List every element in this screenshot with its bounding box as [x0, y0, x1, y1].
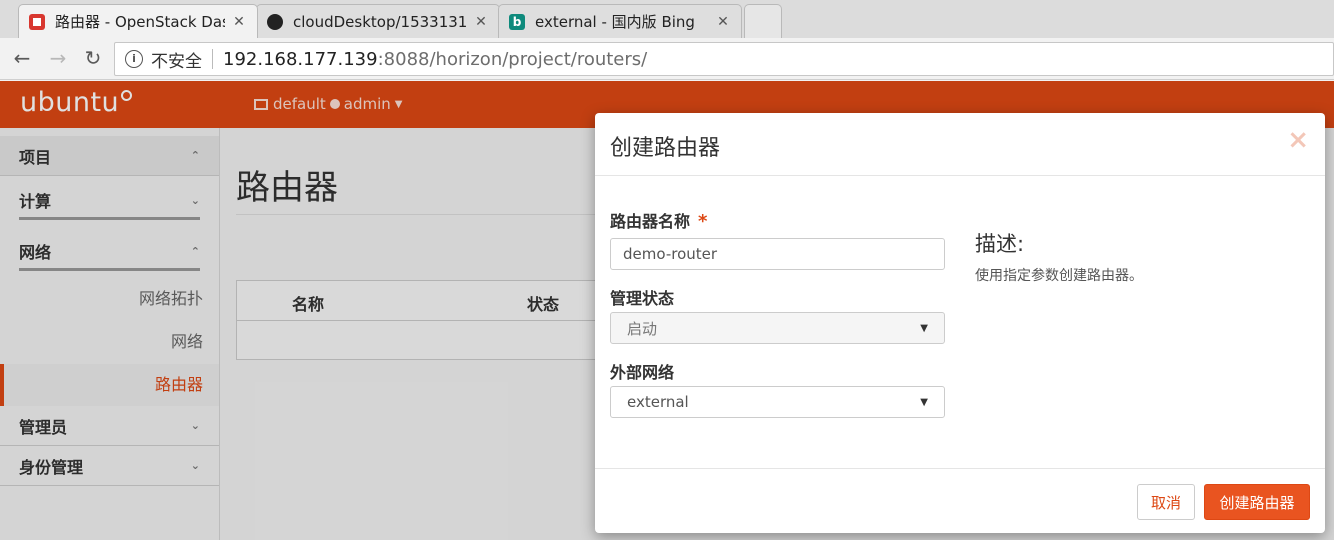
dropdown-arrow-icon: ▼ — [920, 396, 928, 408]
tab-close-icon[interactable]: ✕ — [715, 14, 731, 30]
required-asterisk: * — [698, 211, 708, 232]
address-divider — [212, 49, 213, 69]
admin-state-select[interactable]: 启动 ▼ — [610, 312, 945, 344]
forward-arrow-icon[interactable]: → — [46, 46, 70, 70]
back-arrow-icon[interactable]: ← — [10, 46, 34, 70]
tab-title: cloudDesktop/1533131 — [293, 12, 467, 31]
url-path: :8088/horizon/project/routers/ — [377, 48, 648, 70]
create-router-modal: 创建路由器 × 路由器名称 * 管理状态 启动 ▼ 外部网络 external ▼… — [595, 113, 1325, 533]
description-text: 使用指定参数创建路由器。 — [975, 268, 1143, 284]
address-bar[interactable]: i 不安全 192.168.177.139 :8088/horizon/proj… — [114, 42, 1334, 76]
router-name-label: 路由器名称 * — [610, 208, 707, 232]
tab-close-icon[interactable]: ✕ — [473, 14, 489, 30]
browser-toolbar: ← → ↻ i 不安全 192.168.177.139 :8088/horizo… — [0, 38, 1334, 80]
bing-icon: b — [509, 13, 525, 30]
close-icon[interactable]: × — [1287, 125, 1309, 155]
admin-state-label: 管理状态 — [610, 289, 675, 308]
url-host: 192.168.177.139 — [223, 48, 378, 70]
dropdown-arrow-icon: ▼ — [920, 322, 928, 334]
browser-tab-openstack[interactable]: 路由器 - OpenStack Das ✕ — [18, 4, 258, 38]
modal-footer-divider — [595, 468, 1325, 469]
external-network-value: external — [627, 393, 689, 411]
github-icon — [267, 13, 283, 30]
openstack-icon — [29, 13, 45, 30]
security-label: 不安全 — [151, 51, 202, 72]
reload-icon[interactable]: ↻ — [81, 46, 105, 70]
tab-title: external - 国内版 Bing — [535, 13, 695, 31]
browser-tab-bing[interactable]: b external - 国内版 Bing ✕ — [498, 4, 742, 38]
external-network-select[interactable]: external ▼ — [610, 386, 945, 418]
router-name-label-text: 路由器名称 — [610, 212, 691, 231]
modal-title: 创建路由器 — [610, 136, 721, 161]
router-name-input[interactable] — [610, 238, 945, 270]
modal-header-divider — [595, 175, 1325, 176]
info-icon[interactable]: i — [125, 50, 143, 68]
external-network-label: 外部网络 — [610, 363, 675, 382]
new-tab-button[interactable] — [744, 4, 782, 38]
cancel-button[interactable]: 取消 — [1137, 484, 1195, 520]
tab-close-icon[interactable]: ✕ — [231, 14, 247, 30]
admin-state-value: 启动 — [627, 319, 658, 338]
tab-title: 路由器 - OpenStack Das — [55, 13, 225, 31]
description-title: 描述: — [975, 232, 1025, 256]
browser-tab-bar: 路由器 - OpenStack Das ✕ cloudDesktop/15331… — [0, 0, 1334, 38]
browser-tab-github[interactable]: cloudDesktop/1533131 ✕ — [256, 4, 500, 38]
create-router-button[interactable]: 创建路由器 — [1204, 484, 1310, 520]
